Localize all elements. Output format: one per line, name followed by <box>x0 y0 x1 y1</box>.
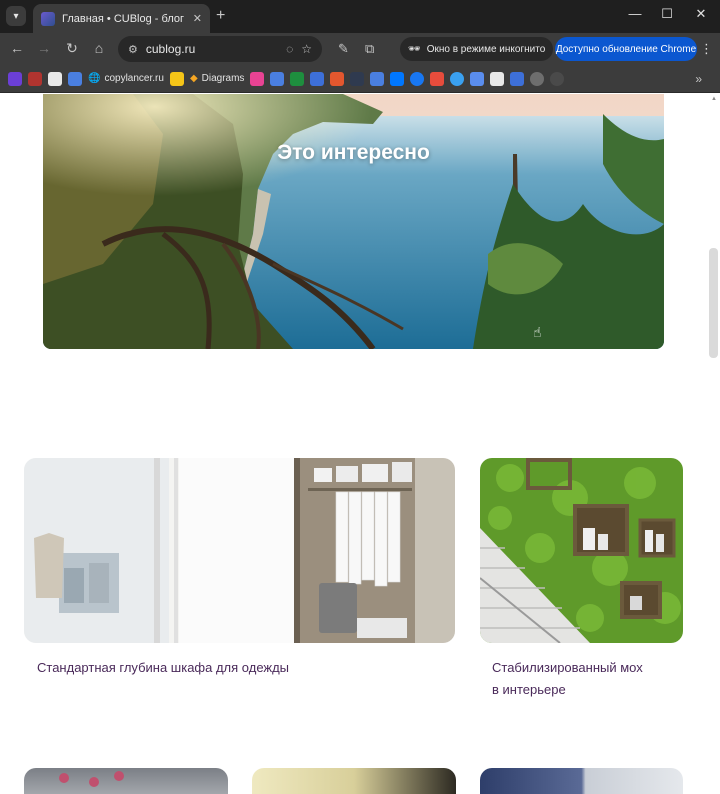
bookmark-icon[interactable] <box>250 71 265 86</box>
bookmark-diagrams[interactable]: ◆ Diagrams <box>190 73 245 84</box>
bookmark-icon[interactable] <box>510 71 525 86</box>
card-title-line: Стабилизированный мох <box>492 660 643 675</box>
close-window-icon[interactable]: ✕ <box>691 6 711 22</box>
incognito-icon: 🕶 <box>408 43 421 55</box>
hero-image <box>43 94 664 349</box>
bookmark-icon[interactable] <box>310 71 325 86</box>
bookmark-icon[interactable] <box>290 71 305 86</box>
article-card-image[interactable] <box>480 458 683 643</box>
scrollbar-thumb[interactable] <box>709 248 718 358</box>
facebook-icon[interactable] <box>410 71 425 86</box>
scroll-up-icon[interactable]: ▲ <box>711 96 717 102</box>
site-favicon <box>41 11 55 26</box>
article-card-image[interactable] <box>24 458 455 643</box>
mouse-cursor-icon: ☝ <box>533 324 542 340</box>
site-info-icon[interactable]: ⚙ <box>128 43 138 56</box>
hero-banner[interactable]: Это интересно <box>43 94 664 349</box>
eye-off-icon[interactable]: ◌ <box>286 42 293 56</box>
tab-strip: ▾ Главная • CUBlog - блог о ди ✕ + — ☐ ✕ <box>0 0 720 33</box>
hero-title: Это интересно <box>277 141 430 164</box>
cloud-icon[interactable] <box>470 71 485 86</box>
active-tab[interactable]: Главная • CUBlog - блог о ди ✕ <box>33 4 210 33</box>
bookmark-icon[interactable] <box>370 71 385 86</box>
address-bar[interactable]: ⚙ cublog.ru ◌ ☆ <box>118 36 322 62</box>
article-card-image[interactable] <box>480 768 683 794</box>
bookmark-icon[interactable] <box>270 71 285 86</box>
bookmark-icon[interactable] <box>48 71 62 86</box>
pen-icon[interactable]: ✎ <box>338 41 349 57</box>
article-image <box>59 771 124 787</box>
bookmark-label: copylancer.ru <box>104 73 164 84</box>
incognito-indicator[interactable]: 🕶 Окно в режиме инкогнито <box>400 37 554 61</box>
bookmark-star-icon[interactable]: ☆ <box>301 42 312 56</box>
moss-wall-image <box>480 458 683 643</box>
incognito-label: Окно в режиме инкогнито <box>426 43 546 55</box>
chrome-menu-icon[interactable]: ⋮ <box>700 41 713 57</box>
extensions-icon[interactable]: ⧉ <box>365 41 374 57</box>
article-card-title[interactable]: Стандартная глубина шкафа для одежды <box>37 657 457 679</box>
more-bookmarks-icon[interactable]: » <box>695 72 702 86</box>
bookmark-icon[interactable] <box>430 71 445 86</box>
bookmark-label: Diagrams <box>201 73 245 84</box>
globe-icon: 🌐 <box>88 73 101 84</box>
browser-toolbar: ← → ↻ ⌂ ⚙ cublog.ru ◌ ☆ ✎ ⧉ 🕶 Окно в реж… <box>0 33 720 65</box>
bookmark-icon[interactable] <box>530 71 545 86</box>
chrome-update-button[interactable]: Доступно обновление Chrome <box>555 37 697 61</box>
reload-icon[interactable]: ↻ <box>63 40 81 57</box>
mail-icon[interactable] <box>450 71 465 86</box>
vk-icon[interactable] <box>390 71 405 86</box>
bookmark-copylancer[interactable]: 🌐 copylancer.ru <box>88 73 164 84</box>
bookmarks-bar: 🌐 copylancer.ru ◆ Diagrams » <box>0 65 720 93</box>
bookmark-icon[interactable] <box>68 71 82 86</box>
wardrobe-image <box>24 458 455 643</box>
tab-close-icon[interactable]: ✕ <box>193 12 202 25</box>
bookmark-icon[interactable] <box>330 71 345 86</box>
diagrams-icon: ◆ <box>189 73 198 84</box>
bookmark-icon[interactable] <box>490 71 505 86</box>
bookmark-icon[interactable] <box>8 71 22 86</box>
tab-search-icon[interactable]: ▾ <box>6 6 26 26</box>
github-icon[interactable] <box>550 71 565 86</box>
forward-icon[interactable]: → <box>35 40 53 56</box>
bookmark-icon[interactable] <box>169 71 184 86</box>
tab-title: Главная • CUBlog - блог о ди <box>62 12 186 25</box>
new-tab-icon[interactable]: + <box>216 7 225 25</box>
bookmark-icon[interactable] <box>350 71 365 86</box>
maximize-icon[interactable]: ☐ <box>657 6 677 22</box>
home-icon[interactable]: ⌂ <box>90 40 108 56</box>
article-card-title[interactable]: Стабилизированный мох в интерьере <box>492 657 692 701</box>
article-card-image[interactable] <box>24 768 228 794</box>
article-card-image[interactable] <box>252 768 456 794</box>
url-text: cublog.ru <box>145 42 196 56</box>
minimize-icon[interactable]: — <box>625 6 645 21</box>
card-title-line: в интерьере <box>492 682 566 697</box>
page-scrollbar[interactable] <box>709 94 720 794</box>
bookmark-icon[interactable] <box>28 71 42 86</box>
back-icon[interactable]: ← <box>8 40 26 56</box>
page-viewport: Это интересно ☝ Стандартная глубина шкаф… <box>0 94 720 794</box>
